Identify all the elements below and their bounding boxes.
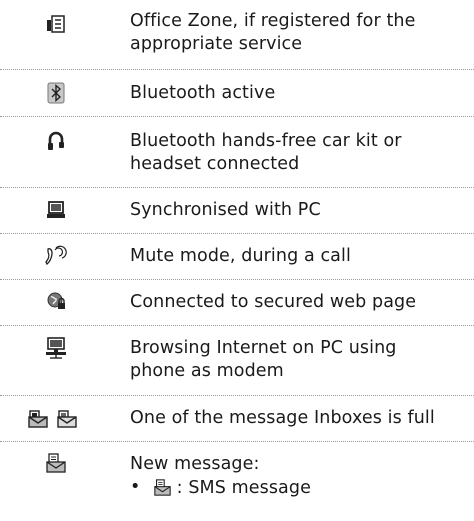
table-row: Office Zone, if registered for the appro… — [0, 0, 474, 69]
row-description: Office Zone, if registered for the appro… — [130, 11, 416, 54]
inbox-full-icon — [28, 410, 48, 428]
icon-cell — [0, 0, 112, 69]
icon-cell — [0, 442, 112, 521]
row-description: One of the message Inboxes is full — [130, 408, 435, 428]
icon-cell — [0, 188, 112, 233]
inbox-full-icon — [57, 410, 77, 428]
table-row: Browsing Internet on PC using phone as m… — [0, 326, 474, 395]
icon-cell — [0, 396, 112, 441]
pc-sync-icon — [47, 201, 65, 218]
table-row: Mute mode, during a call — [0, 234, 474, 279]
pc-modem-icon — [46, 337, 66, 359]
row-description: Connected to secured web page — [130, 292, 417, 312]
mute-icon — [45, 245, 67, 266]
icon-cell — [0, 117, 112, 187]
table-row: Bluetooth active — [0, 70, 474, 116]
row-description: Synchronised with PC — [130, 200, 321, 220]
sms-message-icon — [154, 479, 171, 496]
icon-cell — [0, 280, 112, 325]
headset-icon — [48, 131, 64, 150]
table-row: Synchronised with PC — [0, 188, 474, 233]
bullet: • — [130, 477, 141, 497]
row-description: Browsing Internet on PC using phone as m… — [130, 338, 397, 381]
icon-cell — [0, 326, 112, 395]
table-row: One of the message Inboxes is full — [0, 396, 474, 441]
bullet-text: : SMS message — [176, 478, 311, 498]
row-description: Bluetooth active — [130, 83, 276, 103]
new-message-heading: New message: — [130, 454, 260, 474]
row-description: New message: • : SMS message — [130, 453, 454, 500]
table-row: Bluetooth hands-free car kit or headset … — [0, 117, 474, 187]
table-row: Connected to secured web page — [0, 280, 474, 325]
secure-web-icon — [47, 292, 65, 309]
icon-cell — [0, 70, 112, 116]
table-row: New message: • : SMS message — [0, 442, 474, 521]
bluetooth-icon — [47, 82, 65, 104]
bullet-item: • : SMS message — [130, 476, 454, 500]
office-zone-icon — [47, 15, 65, 33]
icon-cell — [0, 234, 112, 279]
new-message-icon — [46, 453, 66, 473]
row-description: Mute mode, during a call — [130, 246, 351, 266]
row-description: Bluetooth hands-free car kit or headset … — [130, 131, 402, 174]
